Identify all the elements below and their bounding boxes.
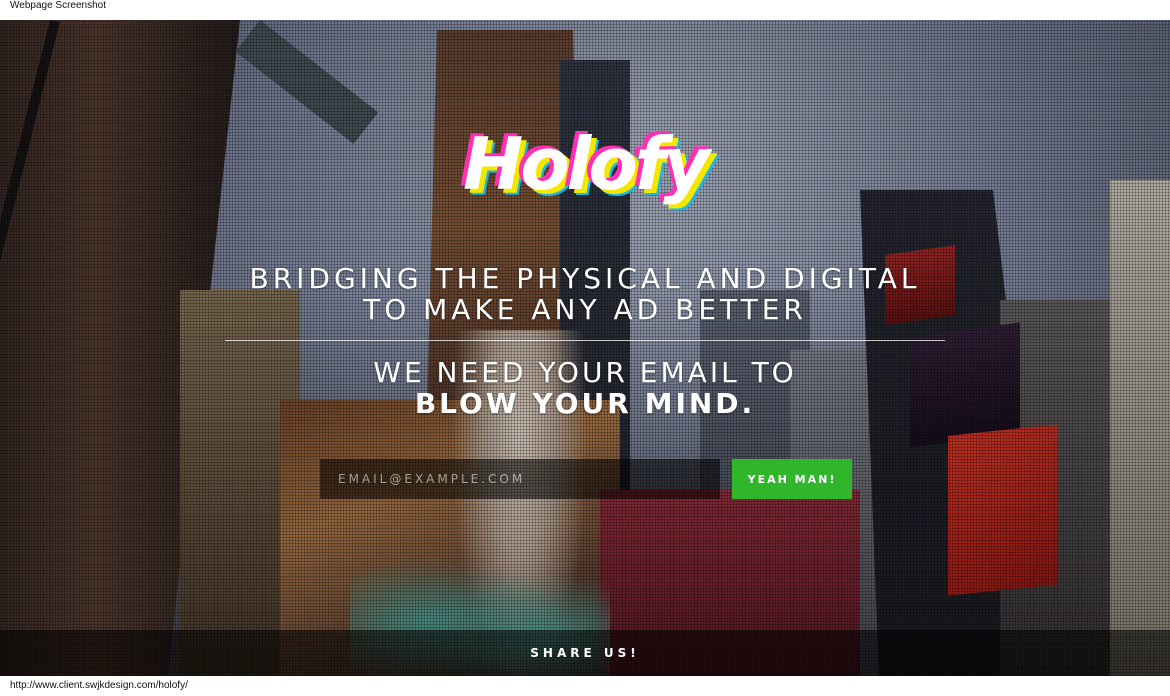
hero-headline: BRIDGING THE PHYSICAL AND DIGITAL TO MAK…: [0, 263, 1170, 325]
submit-email-button[interactable]: YEAH MAN!: [732, 459, 852, 499]
screenshot-title: Webpage Screenshot: [0, 0, 1170, 20]
page-url: http://www.client.swjkdesign.com/holofy/: [0, 676, 1170, 696]
subhead-line-1: WE NEED YOUR EMAIL TO: [373, 356, 797, 389]
headline-line-1: BRIDGING THE PHYSICAL AND DIGITAL: [249, 262, 921, 295]
holofy-logo: Holofy: [462, 122, 710, 206]
subhead-line-2: BLOW YOUR MIND.: [414, 387, 756, 420]
email-input[interactable]: [320, 459, 720, 499]
divider-line: [225, 340, 945, 341]
hero-section: Holofy BRIDGING THE PHYSICAL AND DIGITAL…: [0, 20, 1170, 676]
hero-subheadline: WE NEED YOUR EMAIL TO BLOW YOUR MIND.: [0, 357, 1170, 419]
headline-line-2: TO MAKE ANY AD BETTER: [363, 293, 807, 326]
background-scrim: [0, 20, 1170, 676]
share-us-button[interactable]: SHARE US!: [0, 630, 1170, 676]
